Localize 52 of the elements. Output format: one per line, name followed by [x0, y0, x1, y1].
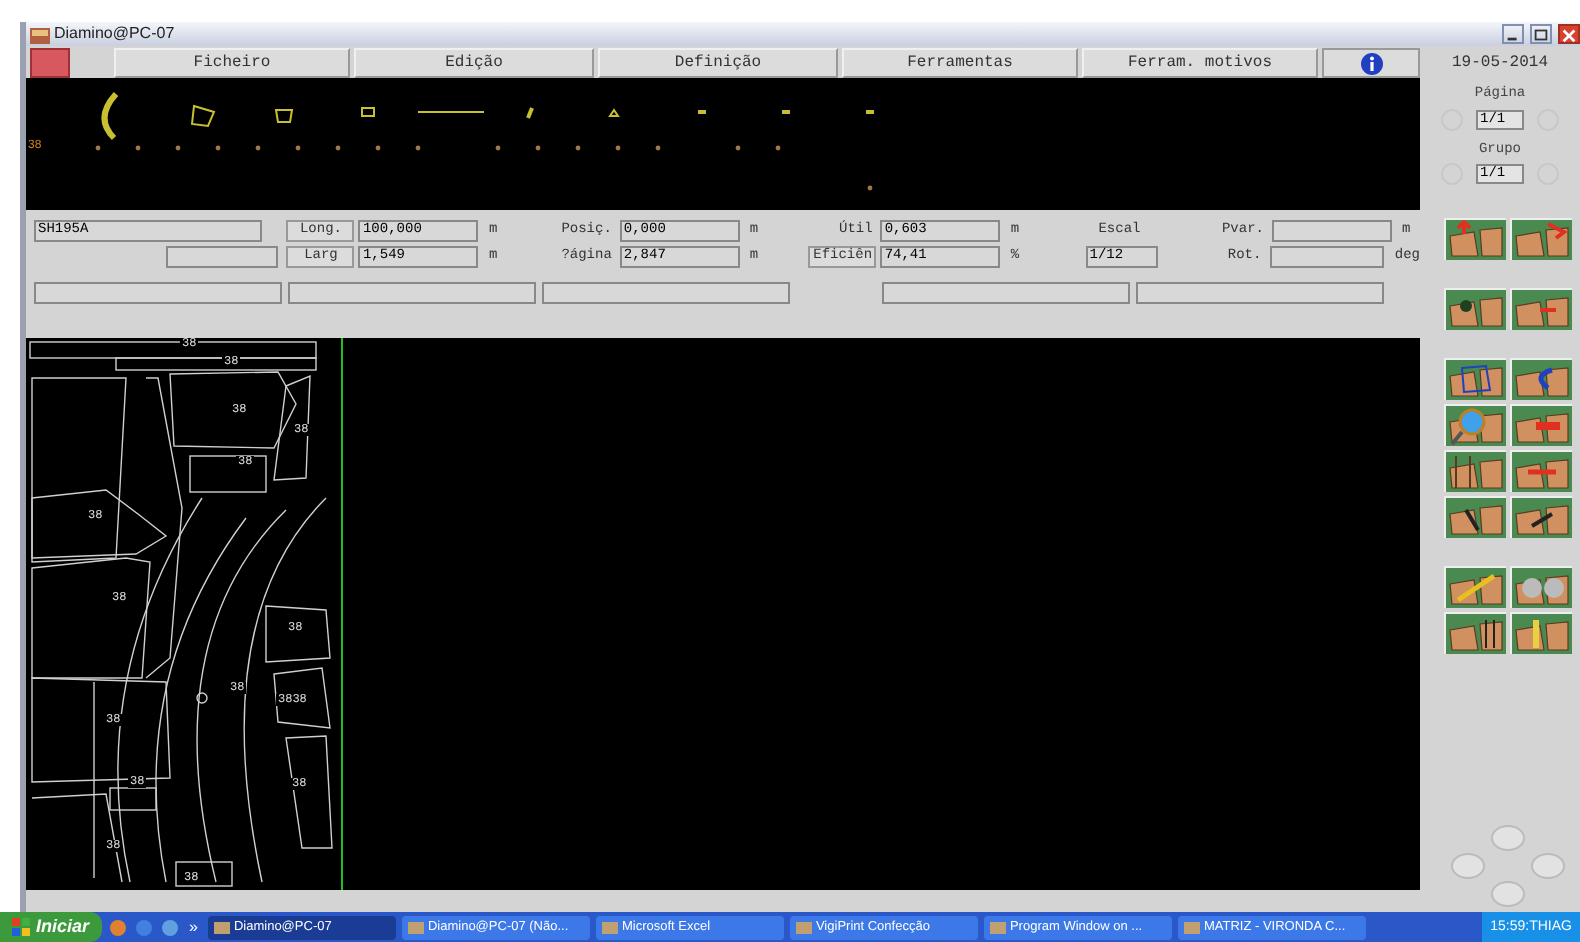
toolbar-button[interactable] — [1444, 612, 1506, 654]
start-label: Iniciar — [36, 913, 90, 940]
value-field[interactable] — [1271, 220, 1392, 242]
pieces-icon — [1512, 614, 1572, 654]
toolbar-button[interactable] — [1444, 288, 1506, 330]
toolbar-button[interactable] — [1444, 218, 1506, 260]
menu-item[interactable]: Ferram. motivos — [1082, 48, 1318, 78]
menu-item[interactable]: Definição — [598, 48, 838, 78]
close-button[interactable] — [1558, 24, 1580, 44]
close-icon — [1560, 25, 1578, 43]
window-icon — [989, 919, 1006, 935]
outline-icon — [1446, 360, 1506, 400]
layout-icon — [1446, 452, 1506, 492]
date-label: 19-05-2014 — [1451, 52, 1548, 76]
toolbar-button[interactable] — [1444, 450, 1506, 492]
window-icon — [601, 919, 618, 935]
toolbar-button[interactable] — [1510, 288, 1572, 330]
pieces-icon — [1446, 614, 1506, 654]
pieces-icon — [1446, 290, 1506, 330]
toolbar-button[interactable] — [1510, 358, 1572, 400]
toolbar-button[interactable] — [1444, 358, 1506, 400]
pieces-icon — [1512, 290, 1572, 330]
toolbar-button[interactable] — [1510, 404, 1572, 446]
info-icon — [1359, 51, 1383, 75]
toolbar-button[interactable] — [1444, 404, 1506, 446]
arrow-up-icon — [1446, 220, 1506, 260]
window-icon — [1183, 919, 1200, 935]
name-field[interactable] — [166, 246, 279, 268]
toolbar-button[interactable] — [1510, 218, 1572, 260]
window-icon — [407, 919, 424, 935]
toolbar-button[interactable] — [1510, 612, 1572, 654]
magnifier-icon — [1446, 406, 1506, 446]
maximize-icon — [1532, 25, 1550, 43]
value-field[interactable] — [1269, 246, 1385, 268]
piece-icon — [1512, 406, 1572, 446]
windows-logo-icon — [12, 918, 32, 936]
maximize-button[interactable] — [1530, 24, 1552, 44]
app-icon — [159, 917, 180, 937]
window-icon — [795, 919, 812, 935]
window-icon — [213, 919, 230, 935]
menu-item[interactable]: Edição — [354, 48, 594, 78]
start-button[interactable]: Iniciar — [0, 912, 102, 942]
window-title: Diamino@PC-07 — [54, 26, 175, 42]
minimize-button[interactable] — [1502, 24, 1524, 44]
app-icon — [30, 25, 50, 43]
more-button[interactable]: » — [185, 915, 202, 939]
app-icon — [107, 917, 128, 937]
menu-item[interactable]: Ficheiro — [114, 48, 350, 78]
app-icon — [133, 917, 154, 937]
info-button[interactable] — [1322, 48, 1420, 78]
curve-icon — [1512, 360, 1572, 400]
menu-item[interactable]: Ferramentas — [842, 48, 1078, 78]
